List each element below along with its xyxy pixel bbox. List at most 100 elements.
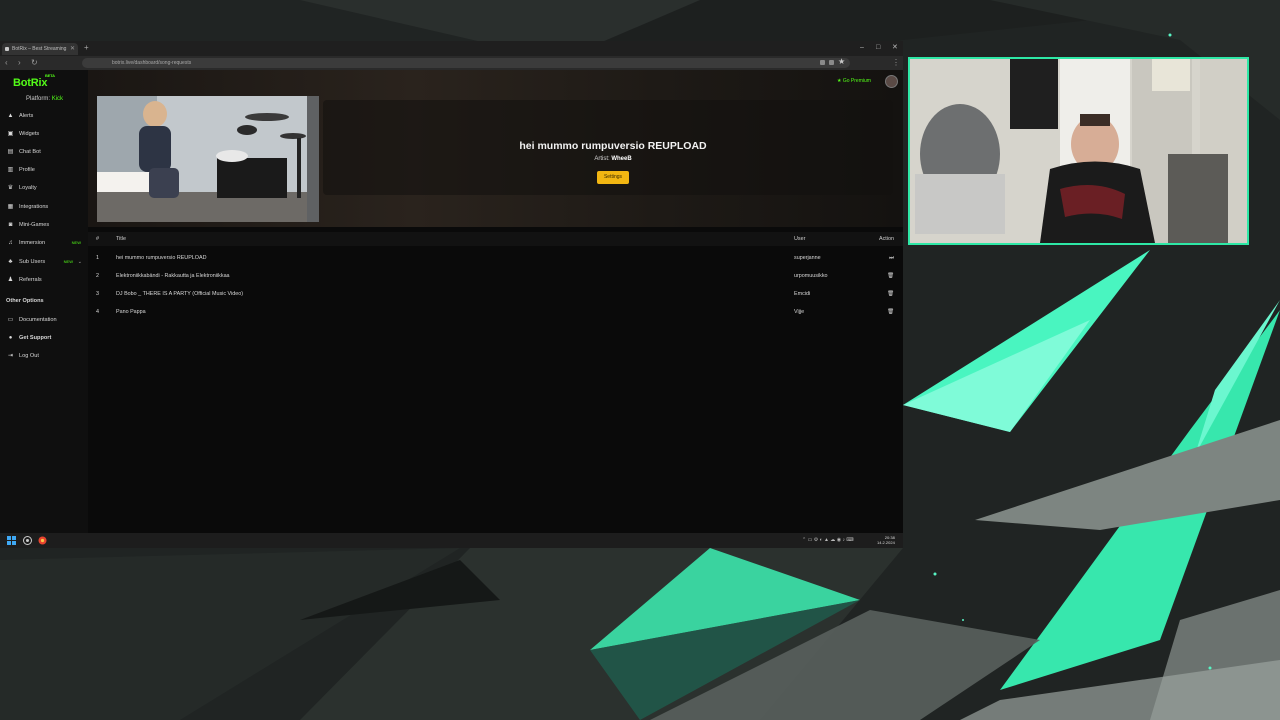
profile-icon: ▥ bbox=[7, 167, 14, 173]
sidebar-item-referrals[interactable]: ♟ Referrals bbox=[7, 273, 85, 287]
botrix-page: BotRix BETA Platform: Kick ▲ Alerts ▣ Widg… bbox=[0, 70, 903, 533]
sidebar-item-label: Mini-Games bbox=[19, 222, 50, 228]
now-playing-artist: Artist: WheeB bbox=[418, 156, 808, 162]
sidebar-item-widgets[interactable]: ▣ Widgets bbox=[7, 127, 85, 141]
sidebar-item-label: Log Out bbox=[19, 353, 39, 359]
favicon-icon bbox=[5, 47, 9, 51]
sidebar-item-integrations[interactable]: ▦ Integrations bbox=[7, 200, 85, 214]
sidebar-item-alerts[interactable]: ▲ Alerts bbox=[7, 109, 85, 123]
drummer-thumbnail-image bbox=[97, 96, 319, 222]
logo[interactable]: BotRix BETA bbox=[13, 73, 55, 89]
extension-icon[interactable] bbox=[820, 60, 825, 65]
artist-name: WheeB bbox=[611, 156, 632, 162]
tab-title: BotRix – Best Streaming bbox=[12, 46, 67, 52]
back-icon[interactable]: ‹ bbox=[5, 58, 8, 68]
go-premium-label: Go Premium bbox=[842, 78, 871, 84]
url-input[interactable]: botrix.live/dashboard/song-requests bbox=[82, 58, 850, 68]
clock-date: 14.2.2024 bbox=[877, 540, 895, 545]
sidebar-item-log-out[interactable]: ⇥ Log Out bbox=[7, 349, 85, 363]
grid-icon: ▦ bbox=[7, 204, 14, 210]
taskbar: ⌃ ▭ ⚙ ◐ ▲ ☁ ◉ ♪ ⌨ 20:38 14.2.2024 bbox=[0, 533, 903, 548]
sidebar-item-sub-users[interactable]: ♣ Sub Users NEW ⌄ bbox=[7, 255, 85, 269]
support-icon: ● bbox=[8, 335, 13, 341]
sidebar-item-label: Loyalty bbox=[19, 185, 37, 191]
sidebar-item-chat-bot[interactable]: ▤ Chat Bot bbox=[7, 145, 85, 159]
forward-icon[interactable]: › bbox=[18, 58, 21, 68]
browser-window: BotRix – Best Streaming ✕ + – □ ✕ ‹ › ↻ … bbox=[0, 41, 903, 548]
sidebar-item-documentation[interactable]: ▭ Documentation bbox=[7, 313, 85, 327]
sidebar-item-immersion[interactable]: ♫ Immersion NEW bbox=[7, 236, 85, 250]
new-badge: NEW bbox=[71, 240, 81, 245]
new-badge: NEW bbox=[63, 259, 73, 264]
system-clock[interactable]: 20:38 14.2.2024 bbox=[877, 535, 895, 545]
row-title: hei mummo rumpuversio REUPLOAD bbox=[116, 255, 207, 261]
sidebar-item-loyalty[interactable]: ♛ Loyalty bbox=[7, 181, 85, 195]
row-title: Elektroniikkabändi - Rakkautta ja Elektr… bbox=[116, 273, 230, 279]
table-row: 1 hei mummo rumpuversio REUPLOAD superja… bbox=[88, 249, 903, 267]
browser-tab[interactable]: BotRix – Best Streaming ✕ bbox=[2, 43, 78, 55]
sidebar-item-get-support[interactable]: ● Get Support bbox=[7, 331, 85, 345]
table-row: 3 DJ Bobo _ THERE IS A PARTY (Official M… bbox=[88, 285, 903, 303]
menu-icon[interactable]: ⋮ bbox=[892, 58, 900, 68]
trash-icon[interactable]: 🗑 bbox=[874, 303, 894, 321]
logout-icon: ⇥ bbox=[7, 353, 14, 359]
sidebar-item-label: Documentation bbox=[19, 317, 57, 323]
table-row: 4 Pano Pappa Vijje 🗑 bbox=[88, 303, 903, 321]
row-number: 4 bbox=[96, 309, 99, 315]
sidebar-item-label: Sub Users bbox=[19, 259, 46, 265]
new-tab-button[interactable]: + bbox=[84, 43, 89, 53]
referrals-icon: ♟ bbox=[7, 277, 14, 283]
app-icon[interactable] bbox=[23, 536, 32, 545]
platform-value: Kick bbox=[51, 96, 64, 102]
trash-icon[interactable]: 🗑 bbox=[874, 285, 894, 303]
table-row: 2 Elektroniikkabändi - Rakkautta ja Elek… bbox=[88, 267, 903, 285]
minimize-button[interactable]: – bbox=[860, 43, 864, 53]
platform-indicator: Platform: Kick bbox=[26, 96, 63, 102]
extension-icon[interactable] bbox=[829, 60, 834, 65]
bookmark-star-icon[interactable]: ★ bbox=[838, 57, 845, 67]
address-bar: ‹ › ↻ botrix.live/dashboard/song-request… bbox=[0, 56, 903, 70]
sidebar: BotRix BETA Platform: Kick ▲ Alerts ▣ Widg… bbox=[0, 70, 88, 533]
table-header: # Title User Action bbox=[88, 232, 903, 246]
sidebar-item-label: Integrations bbox=[19, 204, 49, 210]
sidebar-item-mini-games[interactable]: ◙ Mini-Games bbox=[7, 218, 85, 232]
avatar[interactable] bbox=[885, 75, 898, 88]
sidebar-item-label: Referrals bbox=[19, 277, 42, 283]
now-playing-panel: hei mummo rumpuversio REUPLOAD Artist: W… bbox=[88, 70, 903, 227]
go-premium-link[interactable]: ★ Go Premium bbox=[837, 78, 871, 84]
column-header-title: Title bbox=[116, 236, 126, 242]
chat-icon: ▤ bbox=[7, 149, 14, 155]
sidebar-item-label: Chat Bot bbox=[19, 149, 41, 155]
row-title: DJ Bobo _ THERE IS A PARTY (Official Mus… bbox=[116, 291, 244, 297]
row-user: Vijje bbox=[794, 309, 805, 315]
sidebar-item-label: Profile bbox=[19, 167, 35, 173]
maximize-button[interactable]: □ bbox=[876, 43, 880, 53]
tray-icons[interactable]: ⌃ ▭ ⚙ ◐ ▲ ☁ ◉ ♪ ⌨ bbox=[802, 537, 854, 543]
artist-label: Artist: bbox=[594, 156, 610, 162]
settings-button[interactable]: Settings bbox=[597, 171, 629, 184]
trophy-icon: ♛ bbox=[7, 185, 14, 191]
logo-text: BotRix bbox=[13, 77, 48, 89]
now-playing-title: hei mummo rumpuversio REUPLOAD bbox=[519, 140, 707, 152]
platform-label: Platform: bbox=[26, 96, 51, 102]
video-thumbnail[interactable] bbox=[97, 96, 319, 222]
row-title: Pano Pappa bbox=[116, 309, 146, 315]
windows-start-icon[interactable] bbox=[7, 536, 16, 545]
gamepad-icon: ◙ bbox=[8, 222, 13, 228]
sidebar-item-label: Widgets bbox=[19, 131, 40, 137]
row-user: superjanne bbox=[794, 255, 821, 261]
browser-app-icon[interactable] bbox=[38, 536, 47, 545]
reload-icon[interactable]: ↻ bbox=[31, 58, 38, 68]
sidebar-item-label: Get Support bbox=[19, 335, 52, 341]
webcam-overlay bbox=[908, 57, 1249, 245]
close-window-button[interactable]: ✕ bbox=[892, 43, 898, 53]
row-number: 2 bbox=[96, 273, 99, 279]
skip-icon[interactable]: ⏭ bbox=[874, 249, 894, 267]
close-tab-icon[interactable]: ✕ bbox=[70, 43, 75, 55]
trash-icon[interactable]: 🗑 bbox=[874, 267, 894, 285]
widgets-icon: ▣ bbox=[7, 131, 14, 137]
row-number: 3 bbox=[96, 291, 99, 297]
sidebar-item-profile[interactable]: ▥ Profile bbox=[7, 163, 85, 177]
row-user: urpomuusikko bbox=[794, 273, 828, 279]
chevron-down-icon[interactable]: ⌄ bbox=[78, 255, 82, 269]
